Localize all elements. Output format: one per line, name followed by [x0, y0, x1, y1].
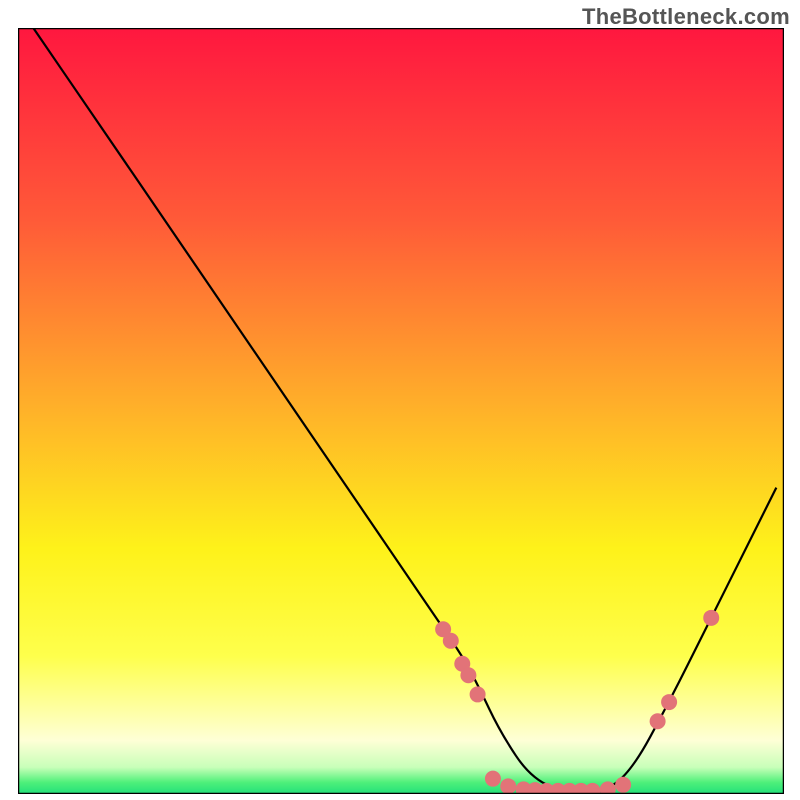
marker-dot	[661, 694, 677, 710]
marker-dot	[650, 713, 666, 729]
gradient-background	[18, 28, 784, 794]
marker-dot	[443, 633, 459, 649]
marker-dot	[615, 777, 631, 793]
watermark-text: TheBottleneck.com	[582, 4, 790, 30]
marker-dot	[703, 610, 719, 626]
marker-dot	[470, 686, 486, 702]
marker-dot	[485, 771, 501, 787]
chart-container: TheBottleneck.com	[0, 0, 800, 800]
chart-svg	[18, 28, 784, 794]
marker-dot	[460, 667, 476, 683]
marker-dot	[500, 778, 516, 794]
